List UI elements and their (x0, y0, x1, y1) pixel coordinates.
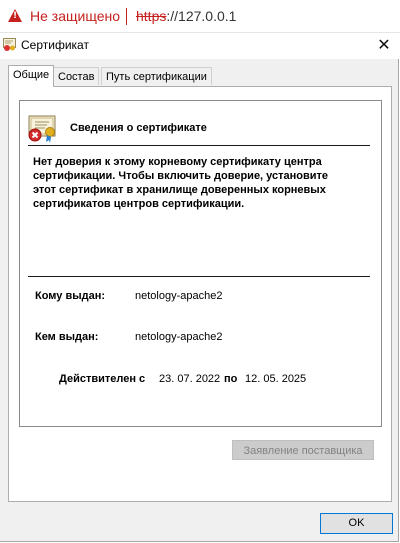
tab-certification-path[interactable]: Путь сертификации (101, 67, 212, 85)
certificate-error-icon (28, 115, 56, 143)
divider (28, 276, 370, 277)
issued-by-value: netology-apache2 (135, 331, 223, 343)
certificate-icon (3, 38, 16, 51)
valid-to-label: по (224, 373, 238, 385)
issuer-statement-button[interactable]: Заявление поставщика (232, 440, 374, 460)
ok-button[interactable]: OK (320, 513, 393, 534)
url-text[interactable]: https://127.0.0.1 (136, 8, 236, 24)
issued-by-label: Кем выдан: (35, 331, 99, 343)
security-status[interactable]: Не защищено (30, 8, 120, 24)
info-heading: Сведения о сертификате (70, 122, 207, 134)
close-icon[interactable]: ✕ (377, 35, 391, 55)
issued-to-value: netology-apache2 (135, 290, 223, 302)
warning-icon[interactable] (8, 9, 22, 22)
url-scheme: https (136, 8, 167, 24)
issued-to-label: Кому выдан: (35, 290, 106, 302)
trust-warning-text: Нет доверия к этому корневому сертификат… (33, 156, 329, 210)
valid-to-value: 12. 05. 2025 (245, 373, 307, 385)
valid-from-label: Действителен с (59, 373, 146, 385)
dialog-title: Сертификат (21, 38, 89, 52)
valid-from-value: 23. 07. 2022 (159, 373, 221, 385)
url-host: ://127.0.0.1 (166, 8, 237, 24)
tab-details[interactable]: Состав (53, 67, 100, 85)
divider (28, 145, 370, 146)
address-divider (126, 8, 127, 25)
tab-general[interactable]: Общие (8, 65, 55, 87)
